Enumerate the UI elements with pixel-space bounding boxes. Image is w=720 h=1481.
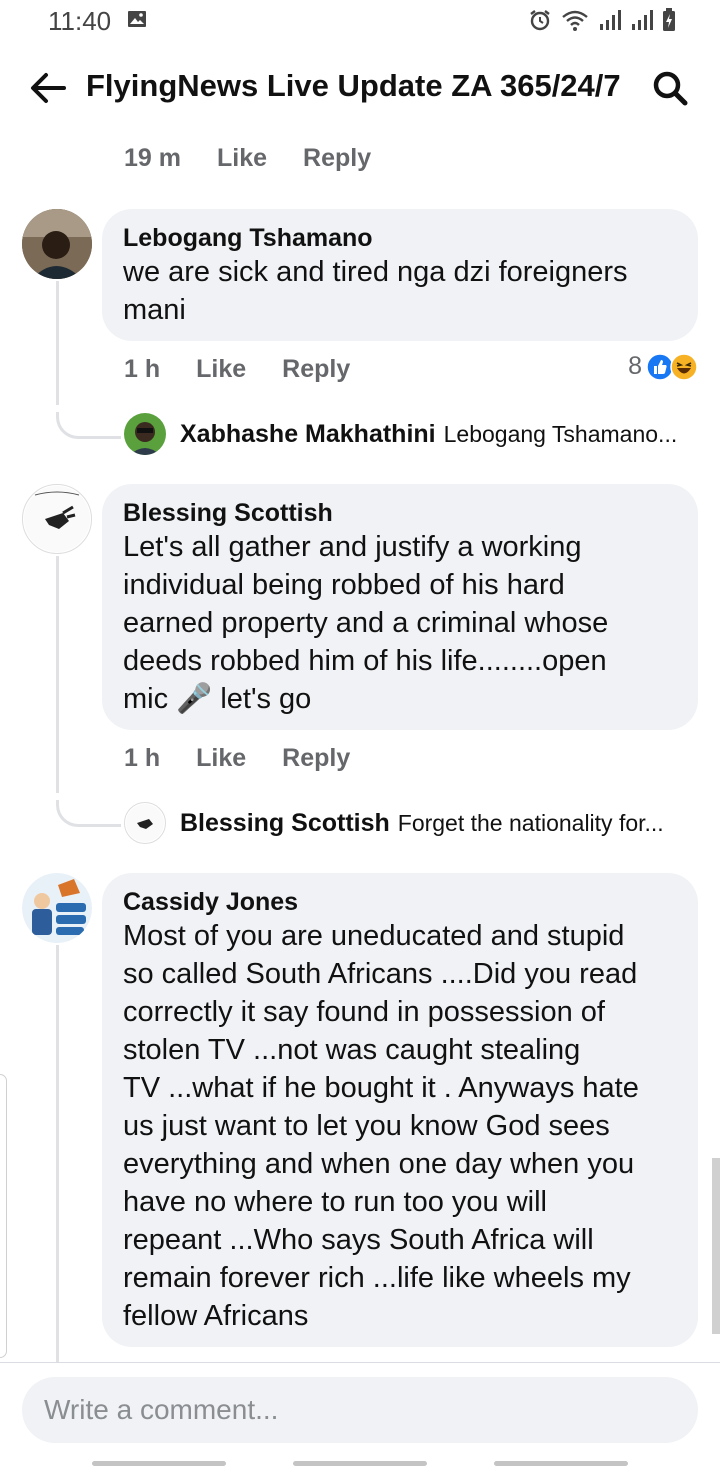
like-button[interactable]: Like bbox=[217, 144, 267, 173]
comment-bubble[interactable]: Cassidy Jones Most of you are uneducated… bbox=[102, 873, 698, 1347]
avatar[interactable] bbox=[22, 873, 92, 943]
avatar[interactable] bbox=[124, 802, 166, 844]
thread-line bbox=[56, 945, 59, 1362]
comment-line: deeds robbed him of his life........open bbox=[123, 645, 607, 677]
comment-line: so called South Africans ....Did you rea… bbox=[123, 958, 638, 990]
thread-connector bbox=[56, 412, 121, 439]
comment-line: correctly it say found in possession of bbox=[123, 996, 605, 1028]
avatar[interactable] bbox=[124, 413, 166, 455]
comment-line: remain forever rich ...life like wheels … bbox=[123, 1262, 631, 1294]
reply-snippet: Forget the nationality for... bbox=[397, 809, 664, 836]
thread-line bbox=[56, 556, 59, 793]
signal-icon-1 bbox=[600, 10, 621, 30]
comment-line: us just want to let you know God sees bbox=[123, 1110, 610, 1142]
comment-line: mani bbox=[123, 294, 186, 326]
app-header: FlyingNews Live Update ZA 365/24/7 bbox=[0, 54, 720, 124]
comment-actions: 19 m Like Reply bbox=[124, 144, 371, 173]
haha-reaction-icon bbox=[670, 352, 698, 381]
reply-preview[interactable]: Xabhashe Makhathini Lebogang Tshamano... bbox=[124, 413, 700, 455]
comment-author[interactable]: Cassidy Jones bbox=[123, 887, 678, 917]
comment-line: fellow Africans bbox=[123, 1300, 309, 1332]
alarm-icon bbox=[530, 10, 550, 31]
reply-author[interactable]: Blessing Scottish bbox=[180, 809, 390, 838]
comment-line: earned property and a criminal whose bbox=[123, 607, 609, 639]
scrollbar-thumb[interactable] bbox=[712, 1158, 720, 1334]
comment-line: Most of you are uneducated and stupid bbox=[123, 920, 625, 952]
status-time: 11:40 bbox=[48, 6, 112, 36]
comment-bubble[interactable]: Blessing Scottish Let's all gather and j… bbox=[102, 484, 698, 730]
reply-snippet: Lebogang Tshamano... bbox=[443, 420, 678, 447]
reply-preview[interactable]: Blessing Scottish Forget the nationality… bbox=[124, 802, 690, 844]
comment-actions: 1 h Like Reply bbox=[124, 744, 350, 773]
back-arrow-icon[interactable] bbox=[26, 68, 70, 108]
reply-button[interactable]: Reply bbox=[303, 144, 371, 173]
gallery-notification-icon bbox=[128, 11, 146, 27]
comment-actions: 1 h Like Reply bbox=[124, 355, 350, 384]
nav-hint-bar bbox=[494, 1461, 628, 1466]
side-panel-edge bbox=[0, 1074, 7, 1358]
thread-line bbox=[56, 281, 59, 405]
search-icon[interactable] bbox=[650, 68, 690, 108]
comment-time: 19 m bbox=[124, 144, 181, 172]
nav-hint-bar bbox=[92, 1461, 226, 1466]
comment-line: TV ...what if he bought it . Anyways hat… bbox=[123, 1072, 639, 1104]
comment-text: we are sick and tired nga dzi foreigners… bbox=[123, 253, 678, 329]
comment-input[interactable] bbox=[22, 1377, 698, 1443]
status-icons bbox=[528, 8, 676, 32]
comment-line: have no where to run too you will bbox=[123, 1186, 547, 1218]
comment-bubble[interactable]: Lebogang Tshamano we are sick and tired … bbox=[102, 209, 698, 341]
comment-line: we are sick and tired nga dzi foreigners bbox=[123, 256, 628, 288]
battery-icon bbox=[663, 8, 675, 31]
comment-time: 1 h bbox=[124, 355, 161, 383]
comment-author[interactable]: Blessing Scottish bbox=[123, 498, 678, 528]
comment-line: Let's all gather and justify a working bbox=[123, 531, 582, 563]
nav-hint-bar bbox=[293, 1461, 427, 1466]
wifi-icon bbox=[562, 10, 588, 31]
like-button[interactable]: Like bbox=[196, 355, 246, 384]
comment-author[interactable]: Lebogang Tshamano bbox=[123, 223, 678, 253]
reply-author[interactable]: Xabhashe Makhathini bbox=[180, 420, 436, 449]
comment-text: Most of you are uneducated and stupid so… bbox=[123, 917, 678, 1335]
comment-line: individual being robbed of his hard bbox=[123, 569, 565, 601]
signal-icon-2 bbox=[632, 10, 653, 30]
avatar[interactable] bbox=[22, 484, 92, 554]
thread-connector bbox=[56, 800, 121, 827]
avatar[interactable] bbox=[22, 209, 92, 279]
comment-line: mic 🎤 let's go bbox=[123, 683, 312, 715]
reaction-count: 8 bbox=[628, 352, 642, 380]
reaction-summary[interactable]: 8 bbox=[628, 352, 698, 381]
comment-text: Let's all gather and justify a working i… bbox=[123, 528, 678, 718]
reply-button[interactable]: Reply bbox=[282, 355, 350, 384]
status-bar: 11:40 bbox=[0, 0, 720, 44]
comment-line: stolen TV ...not was caught stealing bbox=[123, 1034, 581, 1066]
comment-time: 1 h bbox=[124, 744, 161, 772]
reply-button[interactable]: Reply bbox=[282, 744, 350, 773]
comment-composer bbox=[0, 1362, 720, 1481]
comment-line: everything and when one day when you bbox=[123, 1148, 635, 1180]
like-button[interactable]: Like bbox=[196, 744, 246, 773]
comment-line: repeant ...Who says South Africa will bbox=[123, 1224, 594, 1256]
page-title: FlyingNews Live Update ZA 365/24/7 bbox=[86, 68, 621, 103]
